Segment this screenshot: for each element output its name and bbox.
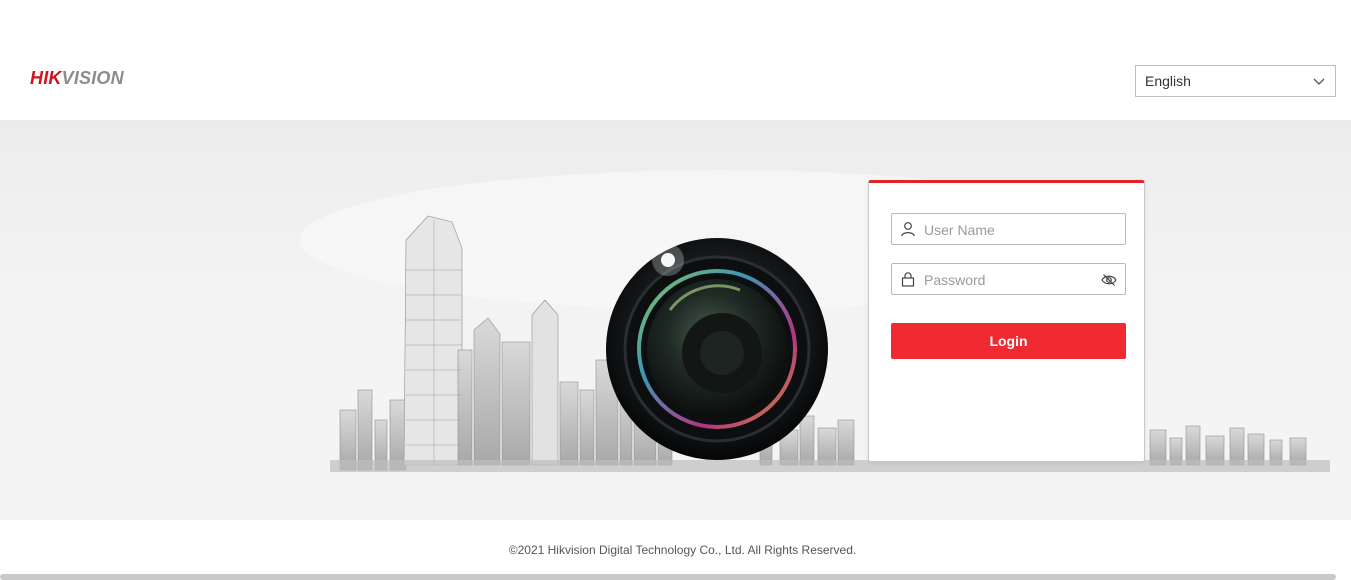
language-select-value: English — [1145, 73, 1191, 89]
hero-banner — [0, 120, 1351, 520]
login-panel: User Name Password Login — [868, 180, 1145, 462]
password-placeholder: Password — [924, 272, 986, 288]
horizontal-scrollbar[interactable] — [0, 574, 1336, 580]
username-field[interactable]: User Name — [891, 213, 1126, 245]
lock-icon — [901, 272, 915, 287]
password-field[interactable]: Password — [891, 263, 1126, 295]
footer: ©2021 Hikvision Digital Technology Co., … — [0, 520, 1351, 580]
hikvision-logo: HIKVISION — [30, 68, 124, 88]
city-lens-illustration — [300, 170, 1330, 520]
header: HIKVISION English — [0, 0, 1351, 120]
user-icon — [901, 222, 915, 237]
language-select[interactable]: English — [1135, 65, 1336, 97]
chevron-down-icon — [1313, 78, 1325, 85]
login-button[interactable]: Login — [891, 323, 1126, 359]
username-placeholder: User Name — [924, 222, 995, 238]
copyright-text: ©2021 Hikvision Digital Technology Co., … — [508, 543, 857, 557]
eye-off-icon[interactable] — [1101, 272, 1117, 288]
